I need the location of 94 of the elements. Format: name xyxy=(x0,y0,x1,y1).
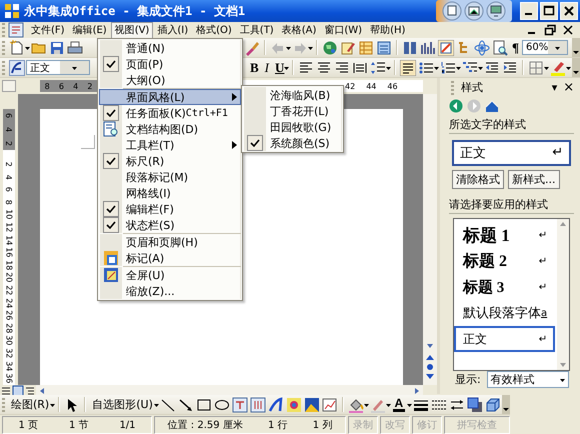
paragraph-mark: ↵ xyxy=(552,145,564,160)
menu-item[interactable]: 文档结构图(D) xyxy=(99,121,241,137)
menu-item[interactable]: 页眉和页脚(H) xyxy=(99,234,241,250)
ruler-number: 12 xyxy=(4,222,14,232)
ruler-number: 6 xyxy=(4,113,14,118)
status-text: 1 列 xyxy=(312,419,332,432)
menu-item[interactable]: 工具(T) xyxy=(236,22,278,38)
italic-button[interactable]: I xyxy=(264,60,270,76)
ruler-number: 32 xyxy=(4,348,14,358)
status-indicator: 改写 xyxy=(380,416,410,434)
status-indicator: 录制 xyxy=(348,416,378,434)
status-text: 1 页 xyxy=(18,419,38,432)
ruler-number: 26 xyxy=(4,310,14,321)
formatting-marks-button[interactable]: ¶ xyxy=(512,40,520,56)
menu-item[interactable]: 标尺(R) xyxy=(99,153,241,169)
ruler-number: 22 xyxy=(4,285,14,296)
font-color-button[interactable]: A xyxy=(392,397,405,412)
ruler-number: 28 xyxy=(4,322,14,334)
menu-item[interactable]: 网格线(I) xyxy=(99,185,241,201)
style-item[interactable]: 标题 3 ↵ xyxy=(454,274,556,300)
menu-item[interactable]: 界面风格(L) xyxy=(99,89,241,105)
ruler-number: 16 xyxy=(4,247,14,258)
menu-item[interactable]: 文件(F) xyxy=(27,22,69,38)
ruler-number: 4 xyxy=(73,82,78,90)
window-title: 永中集成Office - 集成文件1 - 文档1 xyxy=(24,2,246,20)
pane-title: 样式 xyxy=(461,80,484,96)
section-label: 所选文字的样式 xyxy=(449,114,574,134)
ruler-number: 18 xyxy=(4,260,14,270)
menu-item[interactable]: 普通(N) xyxy=(99,40,241,56)
ruler-number: 8 xyxy=(4,200,14,205)
ruler-number: 2 xyxy=(87,82,92,90)
ruler-number: 4 xyxy=(4,126,14,132)
menu-item[interactable]: 视图(V) xyxy=(110,22,154,38)
autoshapes-menu[interactable]: 自选图形(U) xyxy=(92,397,153,412)
menu-item[interactable]: 插入(I) xyxy=(153,22,192,38)
ruler-number: 34 xyxy=(4,360,14,371)
menu-item[interactable]: 状态栏(S) xyxy=(99,217,241,233)
pane-menu-button[interactable]: ▾ xyxy=(552,81,558,94)
ruler-number: 2 xyxy=(4,140,14,146)
show-label: 显示: xyxy=(455,372,481,387)
menu-item[interactable]: 编辑栏(F) xyxy=(99,201,241,217)
menu-item[interactable]: 丁香花开(L) xyxy=(243,103,342,119)
ruler-number: 36 xyxy=(4,373,14,384)
menu-item[interactable]: 沧海临风(B) xyxy=(243,87,342,103)
section-label: 请选择要应用的样式 xyxy=(449,195,574,214)
style-item[interactable]: 默认段落字体a xyxy=(454,300,556,326)
status-indicator: 拼写检查 xyxy=(444,416,510,434)
ruler-number: 20 xyxy=(4,272,14,283)
style-item[interactable]: 标题 1 ↵ xyxy=(454,222,556,248)
ruler-number: 8 xyxy=(44,82,50,90)
status-indicator: 修订 xyxy=(412,416,442,434)
ruler-number: 14 xyxy=(4,234,14,245)
ruler-number: 6 xyxy=(4,186,14,192)
menu-item[interactable]: 缩放(Z)... xyxy=(99,283,241,299)
bold-button[interactable]: B xyxy=(250,60,259,76)
show-combo[interactable]: 有效样式 xyxy=(486,371,569,388)
menu-item[interactable]: 标记(A) xyxy=(99,250,241,266)
menu-item[interactable]: 系统颜色(S) xyxy=(243,135,342,151)
current-style-box[interactable]: 正文 ↵ xyxy=(452,140,572,166)
menu-item[interactable]: 田园牧歌(G) xyxy=(243,119,342,135)
menu-item[interactable]: 工具栏(T) xyxy=(99,137,241,153)
status-text: 1/1 xyxy=(119,420,136,430)
style-item[interactable]: 正文 ↵ xyxy=(454,326,556,352)
menu-item[interactable]: 页面(P) xyxy=(99,56,241,72)
menu-item[interactable]: 表格(A) xyxy=(278,22,320,38)
ruler-number: 42 xyxy=(345,82,356,90)
menu-item[interactable]: 全屏(U) xyxy=(99,267,241,283)
menu-item[interactable]: 段落标记(M) xyxy=(99,169,241,185)
pane-button[interactable]: 新样式... xyxy=(508,170,560,189)
style-item[interactable]: 标题 2 ↵ xyxy=(454,248,556,274)
ruler-number: 10 xyxy=(4,210,14,220)
menu-item[interactable]: 大纲(O) xyxy=(99,72,241,88)
draw-menu[interactable]: 绘图(R) xyxy=(11,397,50,412)
ruler-number: 2 xyxy=(4,162,14,167)
status-text: 1 节 xyxy=(68,418,88,432)
style-name: 正文 xyxy=(460,144,487,162)
menu-item[interactable]: 任务面板(K)Ctrl+F1 xyxy=(99,105,241,121)
zoom-combo[interactable]: 60% xyxy=(522,40,568,55)
ruler-number: 44 xyxy=(366,82,376,90)
ruler-number: 6 xyxy=(58,82,64,90)
status-text: 1 行 xyxy=(268,419,288,432)
menu-item[interactable]: 帮助(H) xyxy=(366,22,410,38)
menu-item[interactable]: 格式(O) xyxy=(192,22,236,38)
pane-button[interactable]: 清除格式 xyxy=(452,170,504,189)
ruler-number: 24 xyxy=(4,298,14,308)
ruler-number: 46 xyxy=(387,82,398,90)
status-text: 位置 : 2.59 厘米 xyxy=(168,418,243,432)
close-button[interactable]: × xyxy=(563,80,574,96)
menu-item[interactable]: 编辑(E) xyxy=(68,22,111,38)
menu-item[interactable]: 窗口(W) xyxy=(320,22,366,38)
ruler-number: 4 xyxy=(4,174,14,180)
underline-button[interactable]: U xyxy=(275,60,284,76)
ruler-number: 30 xyxy=(4,336,14,346)
style-combo[interactable]: 正文 xyxy=(26,60,90,75)
